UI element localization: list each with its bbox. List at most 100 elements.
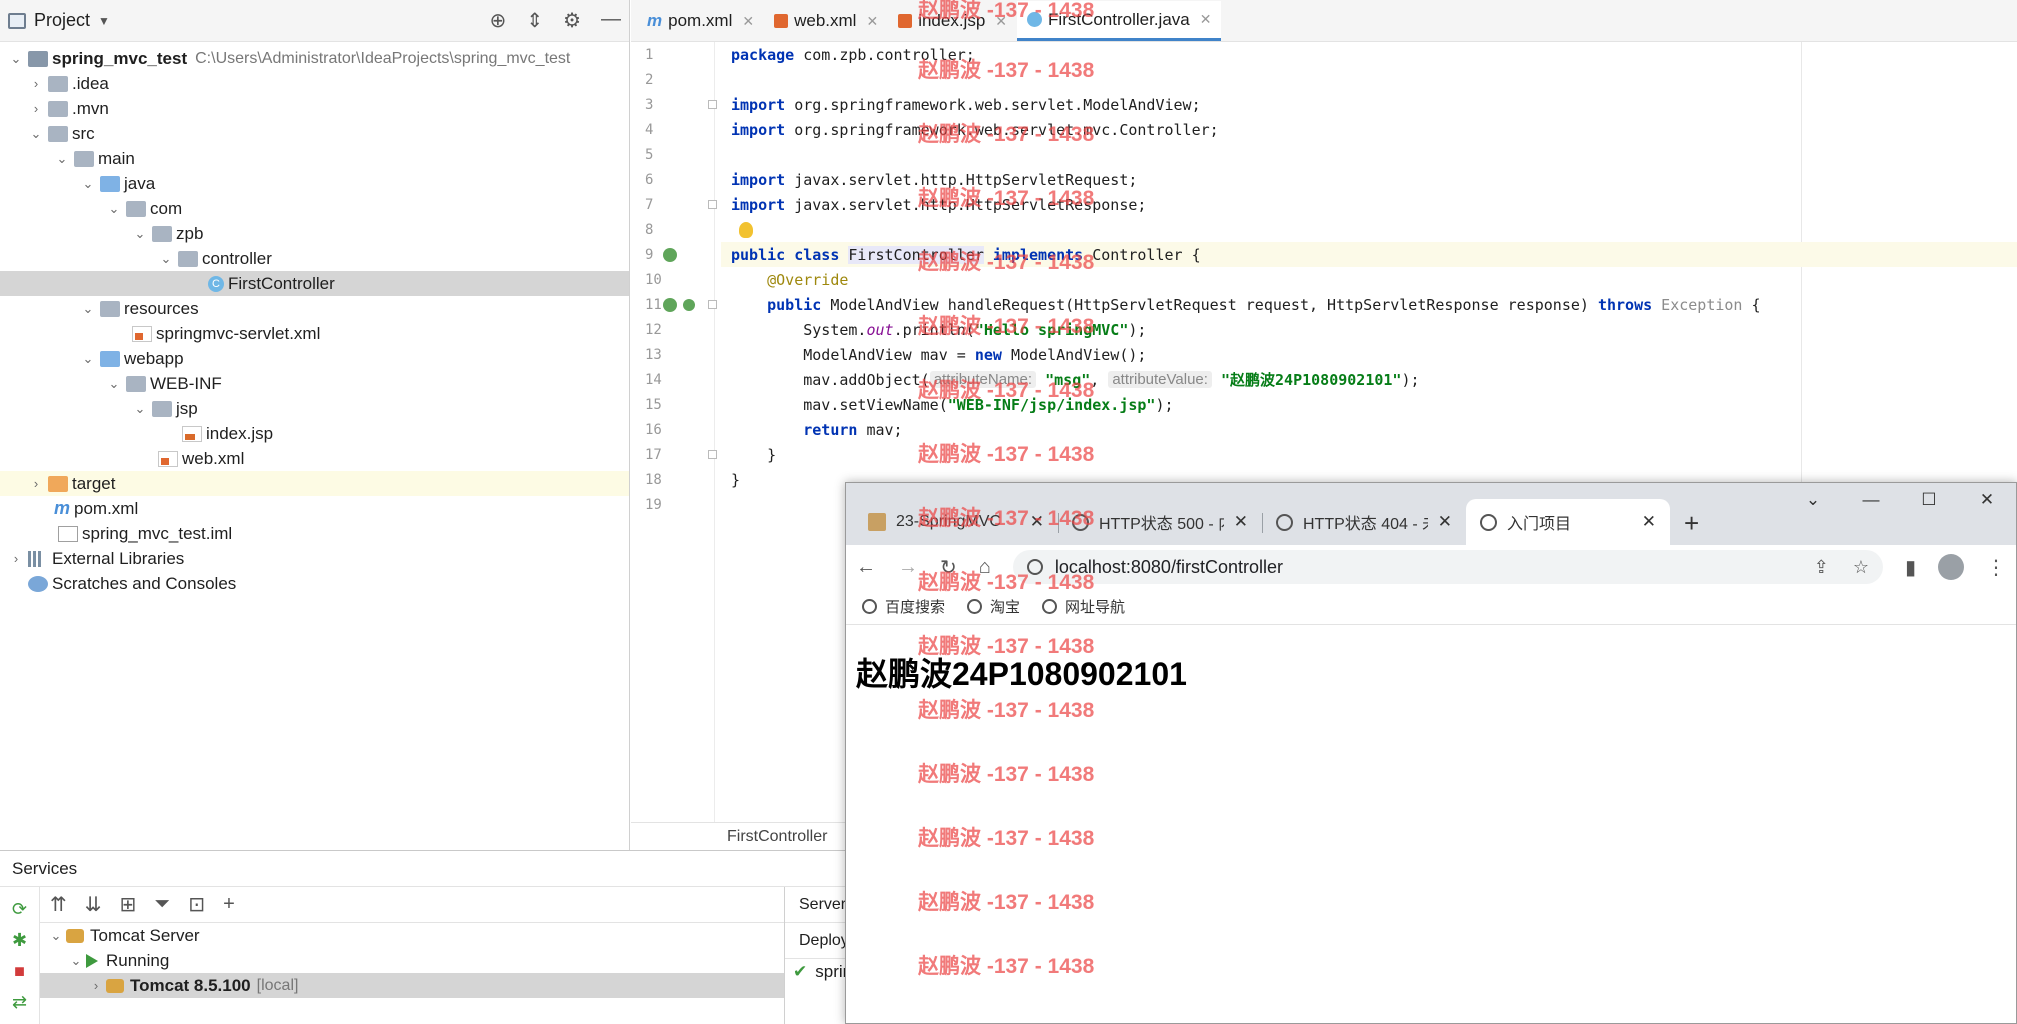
expand-all-icon[interactable]: ⇈: [50, 892, 67, 917]
tree-item-index-jsp[interactable]: index.jsp: [0, 421, 629, 446]
tree-item-springmvc-servlet[interactable]: springmvc-servlet.xml: [0, 321, 629, 346]
tree-item-root[interactable]: ⌄ spring_mvc_test C:\Users\Administrator…: [0, 46, 629, 71]
close-window-icon[interactable]: ✕: [1958, 483, 2016, 517]
tree-item-main[interactable]: ⌄ main: [0, 146, 629, 171]
add-icon[interactable]: +: [223, 893, 235, 916]
tree-item-controller[interactable]: ⌄ controller: [0, 246, 629, 271]
project-title[interactable]: Project: [34, 10, 90, 31]
refresh-icon[interactable]: ⟳: [12, 899, 27, 920]
home-icon[interactable]: ⌂: [979, 556, 991, 579]
chevron-right-icon[interactable]: ›: [26, 76, 46, 91]
fold-icon[interactable]: [708, 100, 717, 109]
tree-item-web-inf[interactable]: ⌄ WEB-INF: [0, 371, 629, 396]
gear-icon[interactable]: ⚙: [563, 8, 581, 33]
close-icon[interactable]: ✕: [1234, 512, 1248, 532]
tab-firstcontroller-java[interactable]: FirstController.java ✕: [1017, 1, 1222, 41]
group-icon[interactable]: ⊞: [120, 892, 137, 917]
chevron-down-icon[interactable]: ▼: [98, 14, 110, 28]
tree-item-webapp[interactable]: ⌄ webapp: [0, 346, 629, 371]
minimize-icon[interactable]: —: [1842, 483, 1900, 517]
url-text[interactable]: localhost:8080/firstController: [1055, 557, 1283, 578]
hide-icon[interactable]: —: [601, 8, 621, 33]
chevron-right-icon[interactable]: ›: [86, 978, 106, 993]
back-icon[interactable]: ←: [856, 556, 876, 579]
fold-icon[interactable]: [708, 200, 717, 209]
tree-item-running[interactable]: ⌄ Running: [40, 948, 784, 973]
chevron-down-icon[interactable]: ⌄: [78, 351, 98, 367]
side-panel-icon[interactable]: ▮: [1905, 555, 1916, 580]
tree-item-web-xml[interactable]: web.xml: [0, 446, 629, 471]
chevron-right-icon[interactable]: ›: [6, 551, 26, 566]
tree-item-idea[interactable]: › .idea: [0, 71, 629, 96]
tree-item-java[interactable]: ⌄ java: [0, 171, 629, 196]
collapse-all-icon[interactable]: ⇊: [85, 892, 102, 917]
forward-icon[interactable]: →: [898, 556, 918, 579]
close-icon[interactable]: ✕: [995, 13, 1007, 30]
close-icon[interactable]: ✕: [1200, 11, 1212, 28]
tab-index-jsp[interactable]: index.jsp ✕: [888, 1, 1017, 41]
chevron-down-icon[interactable]: ⌄: [104, 201, 124, 217]
chevron-down-icon[interactable]: ⌄: [78, 176, 98, 192]
bean-icon[interactable]: [663, 297, 677, 312]
new-tab-button[interactable]: +: [1684, 508, 1699, 539]
browser-tab-active[interactable]: 入门项目 ✕: [1466, 499, 1670, 545]
tree-item-src[interactable]: ⌄ src: [0, 121, 629, 146]
close-icon[interactable]: ✕: [866, 13, 878, 30]
tree-item-target[interactable]: › target: [0, 471, 629, 496]
close-icon[interactable]: ✕: [742, 13, 754, 30]
browser-tab-500[interactable]: HTTP状态 500 - 内 ✕: [1058, 499, 1262, 545]
close-icon[interactable]: ✕: [1642, 512, 1656, 532]
fold-icon[interactable]: [708, 450, 717, 459]
locate-icon[interactable]: ⊕: [490, 8, 507, 33]
share-icon[interactable]: ⇪: [1814, 557, 1829, 578]
tree-item-jsp[interactable]: ⌄ jsp: [0, 396, 629, 421]
chevron-right-icon[interactable]: ›: [26, 101, 46, 116]
tab-web-xml[interactable]: web.xml ✕: [764, 1, 888, 41]
browser-tab-springmvc[interactable]: 23-SpringMVC ✕: [854, 499, 1058, 545]
override-icon[interactable]: [683, 298, 695, 311]
collapse-all-icon[interactable]: ⇕: [526, 8, 543, 33]
close-icon[interactable]: ✕: [1438, 512, 1452, 532]
bookmark-nav[interactable]: 网址导航: [1042, 596, 1125, 617]
star-icon[interactable]: ☆: [1853, 557, 1869, 578]
tree-item-pom[interactable]: m pom.xml: [0, 496, 629, 521]
site-info-icon[interactable]: [1026, 559, 1043, 575]
address-bar[interactable]: localhost:8080/firstController ⇪ ☆: [1012, 550, 1883, 584]
chevron-down-icon[interactable]: ⌄: [130, 226, 150, 242]
filter-icon[interactable]: ⏷: [154, 893, 170, 916]
bookmark-taobao[interactable]: 淘宝: [967, 596, 1020, 617]
chevron-down-icon[interactable]: ⌄: [26, 126, 46, 142]
reload-icon[interactable]: ↻: [940, 555, 957, 580]
chevron-down-icon[interactable]: ⌄: [104, 376, 124, 392]
tab-search-icon[interactable]: ⌄: [1784, 483, 1842, 517]
chevron-down-icon[interactable]: ⌄: [156, 251, 176, 267]
chevron-down-icon[interactable]: ⌄: [78, 301, 98, 317]
browser-tab-404[interactable]: HTTP状态 404 - 未 ✕: [1262, 499, 1466, 545]
tab-pom-xml[interactable]: m pom.xml ✕: [637, 1, 764, 41]
tree-item-mvn[interactable]: › .mvn: [0, 96, 629, 121]
close-icon[interactable]: ✕: [1030, 512, 1044, 532]
tree-item-external-libraries[interactable]: › External Libraries: [0, 546, 629, 571]
chevron-down-icon[interactable]: ⌄: [130, 401, 150, 417]
tree-item-com[interactable]: ⌄ com: [0, 196, 629, 221]
implements-icon[interactable]: [663, 247, 677, 262]
chevron-down-icon[interactable]: ⌄: [66, 953, 86, 969]
maximize-icon[interactable]: ☐: [1900, 483, 1958, 517]
chevron-down-icon[interactable]: ⌄: [52, 151, 72, 167]
chevron-down-icon[interactable]: ⌄: [6, 51, 26, 67]
lightbulb-icon[interactable]: [739, 221, 753, 238]
bookmark-baidu[interactable]: 百度搜索: [862, 596, 945, 617]
tree-item-zpb[interactable]: ⌄ zpb: [0, 221, 629, 246]
deploy-icon[interactable]: ⇄: [12, 992, 27, 1013]
tree-item-firstcontroller[interactable]: C FirstController: [0, 271, 629, 296]
chevron-right-icon[interactable]: ›: [26, 476, 46, 491]
tree-item-iml[interactable]: spring_mvc_test.iml: [0, 521, 629, 546]
new-tab-icon[interactable]: ⊡: [188, 892, 205, 917]
stop-icon[interactable]: ■: [14, 961, 25, 982]
tree-item-tomcat-instance[interactable]: › Tomcat 8.5.100 [local]: [40, 973, 784, 998]
tree-item-tomcat-server[interactable]: ⌄ Tomcat Server: [40, 923, 784, 948]
menu-icon[interactable]: ⋮: [1986, 555, 2006, 580]
tree-item-scratches[interactable]: Scratches and Consoles: [0, 571, 629, 596]
debug-icon[interactable]: ✱: [12, 930, 27, 951]
avatar[interactable]: [1938, 554, 1964, 580]
